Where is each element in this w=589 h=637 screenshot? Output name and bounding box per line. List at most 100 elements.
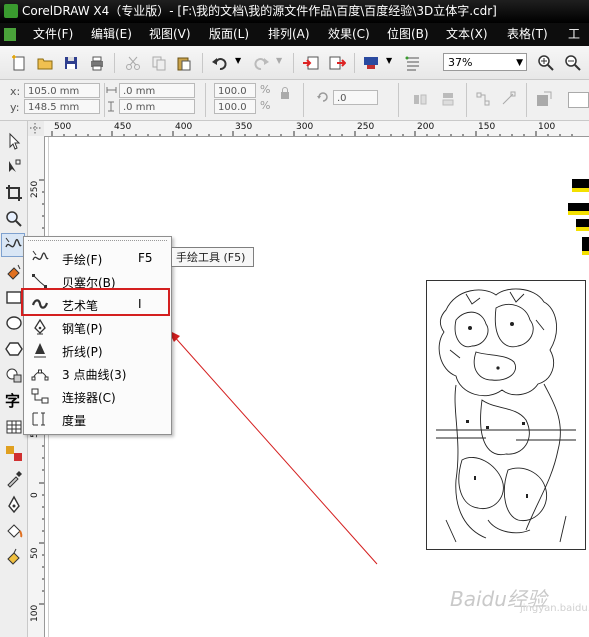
new-document-icon[interactable]	[10, 54, 28, 72]
zoom-in-icon[interactable]	[537, 54, 555, 72]
redo-dropdown-icon[interactable]: ▼	[276, 56, 282, 65]
flyout-item-label: 3 点曲线(3)	[62, 368, 127, 382]
toolbar-separator	[114, 53, 115, 73]
polygon-tool-icon[interactable]	[4, 339, 24, 359]
flyout-grip[interactable]	[28, 240, 167, 243]
lock-ratio-icon[interactable]	[279, 86, 291, 100]
height-field[interactable]: .0 mm	[119, 99, 195, 114]
zoom-level-value: 37%	[448, 56, 473, 69]
menu-layout[interactable]: 版面(L)	[209, 23, 249, 46]
scale-height-field[interactable]: 100.0	[214, 99, 256, 114]
toolbar-separator	[202, 53, 203, 73]
basic-shapes-tool-icon[interactable]	[4, 365, 24, 385]
fill-tool-icon[interactable]	[4, 521, 24, 541]
menu-bar: 文件(F) 编辑(E) 视图(V) 版面(L) 排列(A) 效果(C) 位图(B…	[0, 23, 589, 46]
zoom-out-icon[interactable]	[564, 54, 582, 72]
curve-tools-flyout: 手绘(F) F5 贝塞尔(B) 艺术笔 I 钢笔(P) 折线(P) 3 点曲线(…	[23, 236, 172, 435]
application-launcher-icon[interactable]	[362, 54, 380, 72]
crop-tool-icon[interactable]	[4, 183, 24, 203]
save-icon[interactable]	[62, 54, 80, 72]
toolbar-separator	[104, 83, 105, 117]
blend-tool-icon[interactable]	[4, 443, 24, 463]
undo-dropdown-icon[interactable]: ▼	[235, 56, 241, 65]
standard-toolbar: ▼ ▼ ▼ 37% ▼	[0, 46, 589, 80]
menu-table[interactable]: 表格(T)	[507, 23, 548, 46]
dimension-icon	[32, 412, 45, 426]
shape-tool-icon[interactable]	[4, 157, 24, 177]
rotation-field[interactable]: .0	[333, 90, 378, 105]
ellipse-tool-icon[interactable]	[4, 313, 24, 333]
zoom-tool-icon[interactable]	[4, 209, 24, 229]
toolbar-separator	[293, 53, 294, 73]
zoom-level-select[interactable]: 37% ▼	[443, 53, 527, 71]
open-folder-icon[interactable]	[36, 54, 54, 72]
curve-node-icon[interactable]	[475, 91, 491, 107]
cut-icon[interactable]	[124, 54, 142, 72]
width-icon	[106, 87, 117, 93]
menu-arrange[interactable]: 排列(A)	[268, 23, 310, 46]
redo-icon[interactable]	[252, 54, 270, 72]
copy-icon[interactable]	[150, 54, 168, 72]
flyout-item-dimension[interactable]: 度量	[25, 407, 170, 430]
connector-icon	[31, 388, 49, 404]
three-point-curve-icon	[31, 369, 49, 381]
convert-to-curves-icon[interactable]	[535, 90, 553, 108]
flyout-item-pen[interactable]: 钢笔(P)	[25, 315, 170, 338]
width-field[interactable]: .0 mm	[119, 83, 195, 98]
ruler-tick-marks	[51, 131, 573, 136]
menu-effects[interactable]: 效果(C)	[328, 23, 370, 46]
print-icon[interactable]	[88, 54, 106, 72]
toolbar-separator	[466, 83, 467, 117]
percent-label: %	[260, 83, 271, 96]
flyout-item-connector[interactable]: 连接器(C)	[25, 384, 170, 407]
flyout-item-freehand[interactable]: 手绘(F) F5	[25, 246, 170, 269]
paste-icon[interactable]	[175, 54, 193, 72]
welcome-screen-icon[interactable]	[404, 54, 422, 72]
line-node-icon[interactable]	[500, 91, 516, 107]
freehand-tool-icon[interactable]	[3, 235, 23, 255]
scale-width-field[interactable]: 100.0	[214, 83, 256, 98]
menu-bitmaps[interactable]: 位图(B)	[387, 23, 429, 46]
table-tool-icon[interactable]	[4, 417, 24, 437]
import-icon[interactable]	[302, 54, 320, 72]
pen-icon	[34, 318, 46, 335]
title-bar: CorelDRAW X4（专业版）- [F:\我的文档\我的源文件作品\百度\百…	[0, 0, 589, 23]
x-position-field[interactable]: 105.0 mm	[24, 83, 100, 98]
y-position-field[interactable]: 148.5 mm	[24, 99, 100, 114]
export-icon[interactable]	[328, 54, 346, 72]
flyout-item-label: 钢笔(P)	[62, 322, 103, 336]
menu-file[interactable]: 文件(F)	[33, 23, 73, 46]
smart-fill-tool-icon[interactable]	[4, 261, 24, 281]
toolbar-separator	[354, 53, 355, 73]
menu-view[interactable]: 视图(V)	[149, 23, 191, 46]
ruler-origin-icon[interactable]	[30, 123, 41, 134]
partial-3d-text-artwork[interactable]	[568, 175, 589, 260]
pick-tool-icon[interactable]	[4, 131, 24, 151]
zoom-dropdown-icon[interactable]: ▼	[516, 54, 523, 72]
horizontal-ruler[interactable]: 500 450 400 350 300 250 200 150 100	[28, 121, 589, 137]
percent-label: %	[260, 99, 271, 112]
baidu-watermark-url: jingyan.baidu.com	[520, 603, 589, 614]
annotation-arrow	[168, 330, 378, 565]
undo-icon[interactable]	[211, 54, 229, 72]
flyout-item-polyline[interactable]: 折线(P)	[25, 338, 170, 361]
outline-width-field[interactable]	[568, 92, 589, 108]
menu-edit[interactable]: 编辑(E)	[91, 23, 132, 46]
menu-text[interactable]: 文本(X)	[446, 23, 488, 46]
outline-pen-tool-icon[interactable]	[4, 495, 24, 515]
text-tool-icon[interactable]: 字	[5, 390, 20, 411]
rotate-icon	[317, 92, 328, 102]
flyout-item-three-point-curve[interactable]: 3 点曲线(3)	[25, 361, 170, 384]
ruler-origin-corner[interactable]	[28, 121, 44, 136]
mirror-vertical-icon[interactable]	[440, 91, 456, 107]
interactive-fill-tool-icon[interactable]	[4, 547, 24, 567]
menu-tools[interactable]: 工	[568, 23, 580, 46]
window-title: CorelDRAW X4（专业版）- [F:\我的文档\我的源文件作品\百度\百…	[22, 4, 497, 18]
document-icon[interactable]	[4, 28, 16, 41]
launcher-dropdown-icon[interactable]: ▼	[386, 56, 392, 65]
mirror-horizontal-icon[interactable]	[412, 91, 428, 107]
curve-tool-active-slot[interactable]	[1, 233, 25, 257]
eyedropper-tool-icon[interactable]	[4, 469, 24, 489]
line-art-drawing[interactable]	[426, 280, 586, 550]
toolbar-separator	[205, 83, 206, 117]
